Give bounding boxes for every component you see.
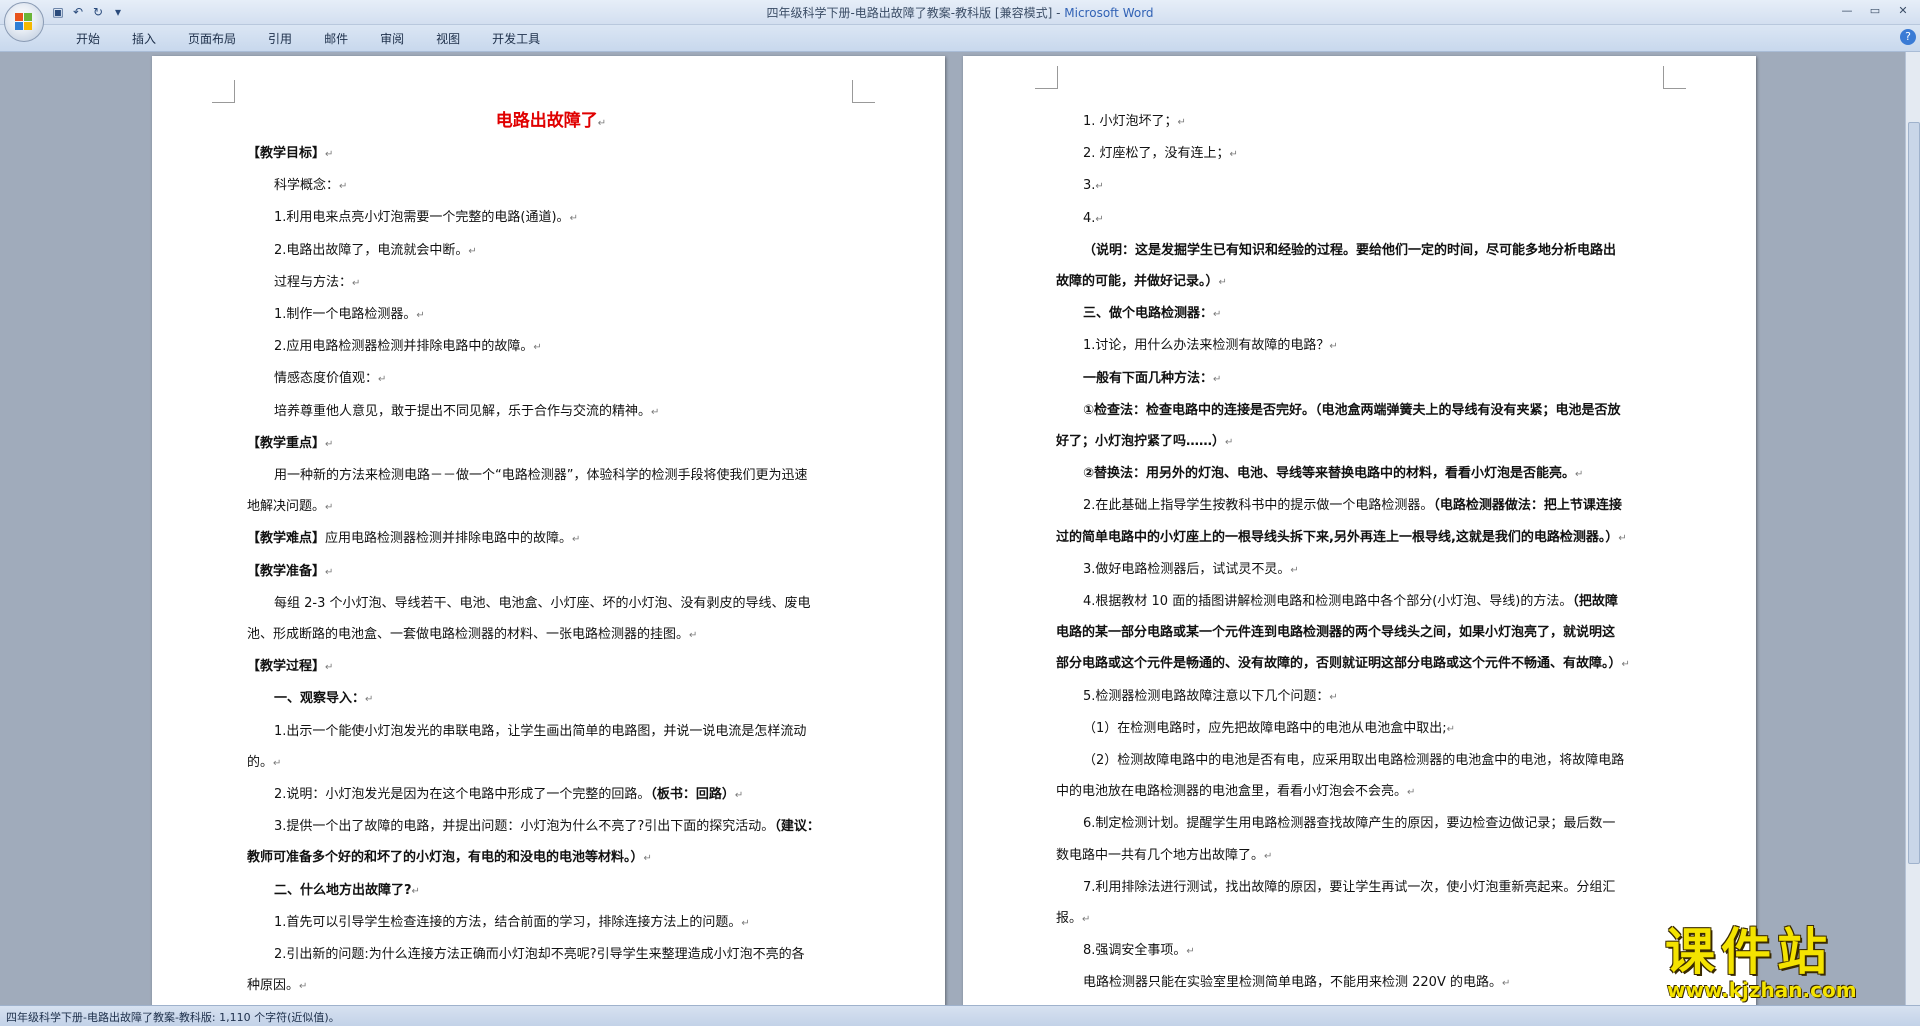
paragraph: 二、什么地方出故障了?↵ bbox=[274, 882, 420, 898]
ribbon-tabs: 开始 插入 页面布局 引用 邮件 审阅 视图 开发工具 bbox=[60, 30, 556, 47]
watermark-url: www.kjzhan.com bbox=[1667, 978, 1857, 1002]
ribbon-tab[interactable]: 插入 bbox=[116, 30, 172, 47]
close-icon[interactable]: ✕ bbox=[1892, 2, 1914, 19]
paragraph: 【教学难点】应用电路检测器检测并排除电路中的故障。↵ bbox=[247, 531, 581, 547]
paragraph: 三、做个电路检测器：↵ bbox=[1083, 306, 1222, 322]
paragraph: 一般有下面几种方法：↵ bbox=[1083, 370, 1222, 386]
ribbon-tab[interactable]: 开发工具 bbox=[476, 30, 556, 47]
paragraph: （2）检测故障电路中的电池是否有电，应采用取出电路检测器的电池盒中的电池，将故障… bbox=[1083, 753, 1625, 769]
maximize-icon[interactable]: ▭ bbox=[1864, 2, 1886, 19]
watermark-title: 课件站 bbox=[1665, 923, 1833, 981]
crop-mark-icon bbox=[1663, 66, 1686, 89]
status-bar: 四年级科学下册-电路出故障了教案-教科版: 1,110 个字符(近似值)。 bbox=[0, 1005, 1920, 1026]
page-1-text: 电路出故障了↵ 【教学目标】↵ 科学概念：↵ 1.利用电来点亮小灯泡需要一个完整的电… bbox=[247, 106, 855, 1002]
paragraph: 1.制作一个电路检测器。↵ bbox=[274, 307, 425, 323]
paragraph: 1.讨论，用什么办法来检测有故障的电路？↵ bbox=[1083, 338, 1338, 354]
paragraph: （1）在检测电路时，应先把故障电路中的电池从电池盒中取出;↵ bbox=[1083, 720, 1456, 736]
ribbon-tab[interactable]: 引用 bbox=[252, 30, 308, 47]
document-title: 电路出故障了↵ bbox=[495, 111, 607, 131]
paragraph: 电路的某一部分电路或某一个元件连到电路检测器的两个导线头之间，如果小灯泡亮了，就… bbox=[1056, 625, 1616, 641]
app-name: Microsoft Word bbox=[1064, 6, 1154, 20]
paragraph: 每组 2-3 个小灯泡、导线若干、电池、电池盒、小灯座、坏的小灯泡、没有剥皮的导… bbox=[274, 595, 811, 611]
paragraph: 数电路中一共有几个地方出故障了。↵ bbox=[1056, 847, 1273, 863]
paragraph: 过程与方法：↵ bbox=[274, 274, 361, 290]
document-page-1[interactable]: 电路出故障了↵ 【教学目标】↵ 科学概念：↵ 1.利用电来点亮小灯泡需要一个完整的电… bbox=[152, 56, 945, 1005]
paragraph: 故障的可能，并做好记录。）↵ bbox=[1056, 274, 1227, 290]
paragraph: 地解决问题。↵ bbox=[247, 499, 334, 515]
paragraph: 1.首先可以引导学生检查连接的方法，结合前面的学习，排除连接方法上的问题。↵ bbox=[274, 914, 750, 930]
paragraph: 过的简单电路中的小灯座上的一根导线头拆下来,另外再连上一根导线,这就是我们的电路… bbox=[1056, 529, 1627, 545]
paragraph: 【教学重点】↵ bbox=[247, 435, 334, 451]
paragraph: 1.利用电来点亮小灯泡需要一个完整的电路(通道)。↵ bbox=[274, 210, 578, 226]
paragraph: 7.利用排除法进行测试，找出故障的原因，要让学生再试一次，使小灯泡重新亮起来。分… bbox=[1083, 879, 1616, 895]
paragraph: 8.强调安全事项。↵ bbox=[1083, 943, 1195, 959]
paragraph: 2.应用电路检测器检测并排除电路中的故障。↵ bbox=[274, 339, 542, 355]
paragraph: 3.做好电路检测器后，试试灵不灵。↵ bbox=[1083, 561, 1299, 577]
vertical-scrollbar[interactable] bbox=[1905, 52, 1920, 1005]
window-title: 四年级科学下册-电路出故障了教案-教科版 [兼容模式] - Microsoft … bbox=[766, 6, 1154, 20]
paragraph: 3.提供一个出了故障的电路，并提出问题：小灯泡为什么不亮了?引出下面的探究活动。… bbox=[274, 819, 820, 835]
paragraph: 4.根据教材 10 面的插图讲解检测电路和检测电路中各个部分(小灯泡、导线)的方… bbox=[1083, 594, 1618, 610]
help-icon[interactable]: ? bbox=[1900, 29, 1916, 45]
paragraph: 好了；小灯泡拧紧了吗……）↵ bbox=[1056, 434, 1234, 450]
paragraph: 中的电池放在电路检测器的电池盒里，看看小灯泡会不会亮。↵ bbox=[1056, 784, 1416, 800]
window-controls: — ▭ ✕ bbox=[1836, 2, 1914, 19]
ribbon-tab[interactable]: 页面布局 bbox=[172, 30, 252, 47]
paragraph: 1.出示一个能使小灯泡发光的串联电路，让学生画出简单的电路图，并说一说电流是怎样… bbox=[274, 723, 807, 739]
paragraph: 一、观察导入：↵ bbox=[274, 691, 374, 707]
paragraph: 种原因。↵ bbox=[247, 978, 308, 994]
paragraph: 的。↵ bbox=[247, 754, 282, 770]
paragraph: ②替换法：用另外的灯泡、电池、导线等来替换电路中的材料，看看小灯泡是否能亮。↵ bbox=[1083, 466, 1584, 482]
watermark-logo: 课件站 www.kjzhan.com bbox=[1665, 925, 1915, 1005]
paragraph: 6.制定检测计划。提醒学生用电路检测器查找故障产生的原因，要边检查边做记录；最后… bbox=[1083, 816, 1616, 832]
page-2-text: 1. 小灯泡坏了；↵ 2. 灯座松了，没有连上；↵ 3.↵ 4.↵ （说明：这是发掘学生… bbox=[1056, 106, 1664, 1000]
paragraph: 培养尊重他人意见，敢于提出不同见解，乐于合作与交流的精神。↵ bbox=[274, 403, 660, 419]
minimize-icon[interactable]: — bbox=[1836, 2, 1858, 19]
paragraph: 池、形成断路的电池盒、一套做电路检测器的材料、一张电路检测器的挂图。↵ bbox=[247, 627, 698, 643]
paragraph: 1. 小灯泡坏了；↵ bbox=[1083, 114, 1186, 129]
paragraph: （说明：这是发掘学生已有知识和经验的过程。要给他们一定的时间，尽可能多地分析电路… bbox=[1083, 242, 1617, 258]
paragraph: 电路检测器只能在实验室里检测简单电路，不能用来检测 220V 的电路。↵ bbox=[1083, 975, 1511, 991]
paragraph: 报。↵ bbox=[1056, 911, 1091, 927]
crop-mark-icon bbox=[852, 80, 875, 103]
paragraph: ①检查法：检查电路中的连接是否完好。（电池盒两端弹簧夫上的导线有没有夹紧；电池是… bbox=[1083, 402, 1621, 418]
paragraph: 2.在此基础上指导学生按教科书中的提示做一个电路检测器。（电路检测器做法：把上节… bbox=[1083, 498, 1622, 514]
crop-mark-icon bbox=[212, 80, 235, 103]
document-workspace: 电路出故障了↵ 【教学目标】↵ 科学概念：↵ 1.利用电来点亮小灯泡需要一个完整的电… bbox=[0, 52, 1905, 1005]
ribbon-tab-bar: 开始 插入 页面布局 引用 邮件 审阅 视图 开发工具 ? bbox=[0, 25, 1920, 52]
ribbon-tab[interactable]: 视图 bbox=[420, 30, 476, 47]
ribbon-tab[interactable]: 开始 bbox=[60, 30, 116, 47]
scrollbar-thumb[interactable] bbox=[1908, 122, 1920, 864]
ribbon-tab[interactable]: 邮件 bbox=[308, 30, 364, 47]
crop-mark-icon bbox=[1035, 66, 1058, 89]
paragraph: 【教学目标】↵ bbox=[247, 146, 334, 161]
paragraph: 用一种新的方法来检测电路－－做一个“电路检测器”，体验科学的检测手段将使我们更为… bbox=[274, 468, 808, 484]
paragraph: 情感态度价值观：↵ bbox=[274, 371, 387, 387]
paragraph: 部分电路或这个元件是畅通的、没有故障的，否则就证明这部分电路或这个元件不畅通、有… bbox=[1056, 656, 1630, 672]
document-page-2[interactable]: 1. 小灯泡坏了；↵ 2. 灯座松了，没有连上；↵ 3.↵ 4.↵ （说明：这是发掘学生… bbox=[963, 56, 1756, 1005]
ribbon-tab[interactable]: 审阅 bbox=[364, 30, 420, 47]
paragraph: 教师可准备多个好的和坏了的小灯泡，有电的和没电的电池等材料。）↵ bbox=[247, 850, 652, 866]
paragraph: 3.↵ bbox=[1083, 178, 1104, 194]
paragraph: 2.引出新的问题:为什么连接方法正确而小灯泡却不亮呢?引导学生来整理造成小灯泡不… bbox=[274, 947, 805, 963]
document-name: 四年级科学下册-电路出故障了教案-教科版 [兼容模式] bbox=[766, 6, 1053, 20]
paragraph: 科学概念：↵ bbox=[274, 178, 348, 194]
status-text: 四年级科学下册-电路出故障了教案-教科版: 1,110 个字符(近似值)。 bbox=[6, 1011, 340, 1024]
paragraph: 2. 灯座松了，没有连上；↵ bbox=[1083, 146, 1238, 162]
paragraph: 2.说明：小灯泡发光是因为在这个电路中形成了一个完整的回路。（板书：回路）↵ bbox=[274, 787, 744, 803]
office-logo-icon bbox=[15, 13, 33, 31]
paragraph: 5.检测器检测电路故障注意以下几个问题：↵ bbox=[1083, 688, 1338, 704]
title-bar: ▣ ↶ ↻ ▾ 四年级科学下册-电路出故障了教案-教科版 [兼容模式] - Mi… bbox=[0, 0, 1920, 25]
paragraph: 4.↵ bbox=[1083, 210, 1104, 226]
paragraph: 【教学准备】↵ bbox=[247, 563, 334, 579]
office-button[interactable] bbox=[4, 2, 44, 42]
paragraph: 2.电路出故障了，电流就会中断。↵ bbox=[274, 242, 477, 258]
paragraph: 【教学过程】↵ bbox=[247, 659, 334, 675]
